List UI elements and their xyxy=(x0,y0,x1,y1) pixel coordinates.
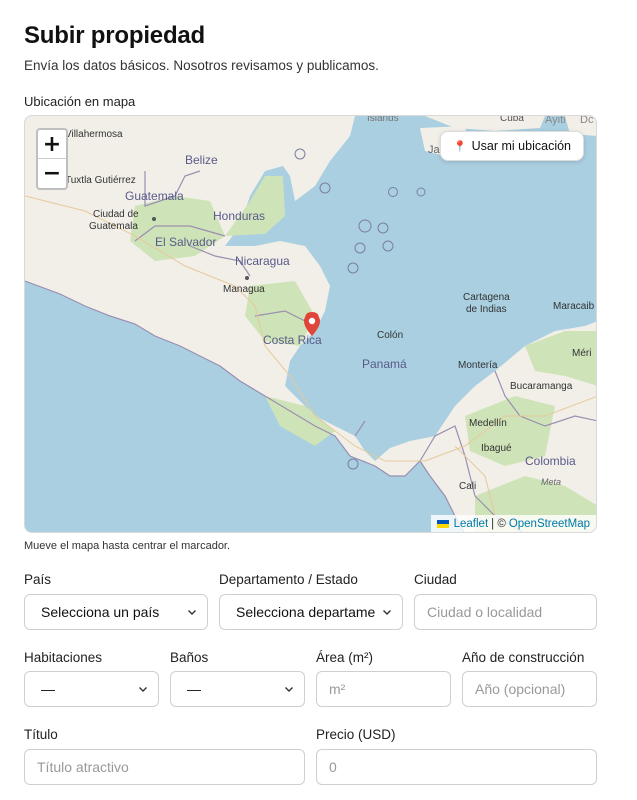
map-place-ciudad-guatemala: Ciudad de xyxy=(93,209,139,220)
use-my-location-label: Usar mi ubicación xyxy=(471,139,571,153)
map-hint: Mueve el mapa hasta centrar el marcador. xyxy=(24,540,231,552)
ukraine-flag-icon xyxy=(436,519,449,528)
area-label: Área (m²) xyxy=(316,650,373,665)
map-place-panama: Panamá xyxy=(362,357,407,371)
zoom-out-button[interactable]: − xyxy=(38,159,66,188)
city-label: Ciudad xyxy=(414,572,457,587)
country-select-value: Selecciona un país xyxy=(41,604,160,620)
map-place-bucaramanga: Bucaramanga xyxy=(510,381,573,392)
location-map[interactable]: Islands Cuba Ayiti Dc Jar Villahermosa T… xyxy=(24,115,597,533)
map-place-villahermosa: Villahermosa xyxy=(65,129,123,140)
zoom-in-button[interactable]: + xyxy=(38,130,66,159)
map-place-cartagena-2: de Indias xyxy=(466,304,507,315)
map-place-colombia: Colombia xyxy=(525,454,576,468)
state-select[interactable]: Selecciona departame xyxy=(219,594,403,630)
chevron-down-icon xyxy=(188,610,196,615)
area-input[interactable]: m² xyxy=(316,671,451,707)
map-place-merida: Méri xyxy=(572,348,591,359)
page-title: Subir propiedad xyxy=(24,22,206,49)
bedrooms-select-value: — xyxy=(41,681,55,697)
title-label: Título xyxy=(24,727,58,742)
map-place-cartagena: Cartagena xyxy=(463,292,510,303)
zoom-control: + − xyxy=(36,128,68,190)
map-place-ibague: Ibagué xyxy=(481,443,512,454)
country-label: País xyxy=(24,572,52,587)
map-place-costa-rica: Costa Rica xyxy=(263,333,322,347)
map-pin-icon: 📍 xyxy=(452,140,467,153)
bathrooms-label: Baños xyxy=(170,650,209,665)
map-place-dc: Dc xyxy=(580,116,594,126)
bathrooms-select[interactable]: — xyxy=(170,671,305,707)
chevron-down-icon xyxy=(383,610,391,615)
map-place-cali: Cali xyxy=(459,481,476,492)
map-place-honduras: Honduras xyxy=(213,209,265,223)
map-place-colon: Colón xyxy=(377,330,403,341)
map-place-belize: Belize xyxy=(185,153,218,167)
map-place-medellin: Medellín xyxy=(469,418,507,429)
year-built-label: Año de construcción xyxy=(462,650,585,665)
map-place-nicaragua: Nicaragua xyxy=(235,254,290,268)
price-input[interactable]: 0 xyxy=(316,749,597,785)
map-place-maracaibo: Maracaib xyxy=(553,301,595,312)
map-place-guatemala: Guatemala xyxy=(125,189,184,203)
map-place-ayiti: Ayiti xyxy=(545,116,566,126)
bedrooms-label: Habitaciones xyxy=(24,650,103,665)
bathrooms-select-value: — xyxy=(187,681,201,697)
year-built-input[interactable]: Año (opcional) xyxy=(462,671,597,707)
openstreetmap-link[interactable]: OpenStreetMap xyxy=(509,518,590,530)
state-label: Departamento / Estado xyxy=(219,572,358,587)
state-select-value: Selecciona departame xyxy=(236,604,376,620)
map-attribution: Leaflet | © OpenStreetMap xyxy=(430,515,596,532)
map-place-meta: Meta xyxy=(541,477,561,487)
chevron-down-icon xyxy=(139,687,147,692)
map-place-monteria: Montería xyxy=(458,360,498,371)
chevron-down-icon xyxy=(285,687,293,692)
page-subtitle: Envía los datos básicos. Nosotros revisa… xyxy=(24,58,379,73)
bedrooms-select[interactable]: — xyxy=(24,671,159,707)
map-place-el-salvador: El Salvador xyxy=(155,235,216,249)
city-input[interactable]: Ciudad o localidad xyxy=(414,594,597,630)
price-label: Precio (USD) xyxy=(316,727,396,742)
attribution-separator: | © xyxy=(491,517,506,530)
use-my-location-button[interactable]: 📍 Usar mi ubicación xyxy=(439,131,584,161)
map-label: Ubicación en mapa xyxy=(24,94,136,109)
map-place-ciudad-guatemala-2: Guatemala xyxy=(89,221,138,232)
title-input[interactable]: Título atractivo xyxy=(24,749,305,785)
map-place-tuxtla: Tuxtla Gutiérrez xyxy=(65,175,136,186)
leaflet-link[interactable]: Leaflet xyxy=(454,518,489,530)
map-place-cuba: Cuba xyxy=(500,116,524,124)
map-tiles[interactable]: Islands Cuba Ayiti Dc Jar Villahermosa T… xyxy=(25,116,597,533)
map-place-islands: Islands xyxy=(367,116,399,124)
map-place-managua: Managua xyxy=(223,284,265,295)
country-select[interactable]: Selecciona un país xyxy=(24,594,208,630)
